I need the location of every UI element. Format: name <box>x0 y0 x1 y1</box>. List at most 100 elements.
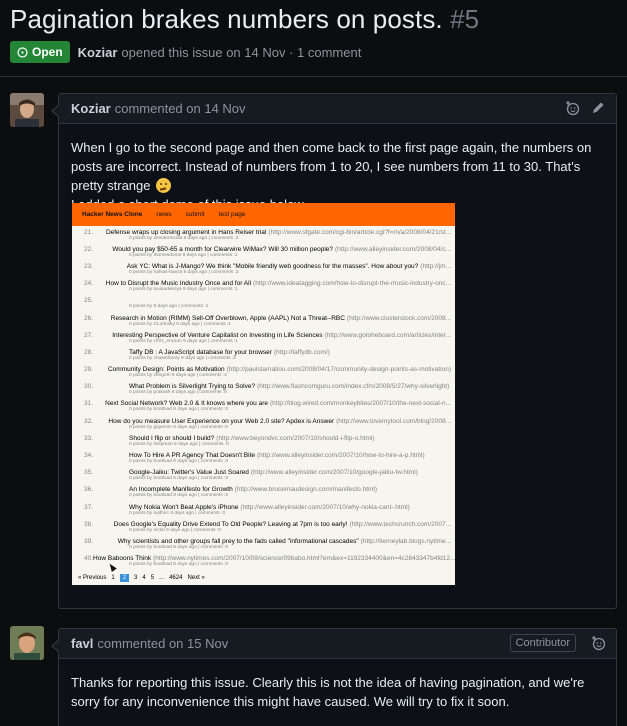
hn-post-subtext: 0 points by bootload 8 days ago | commen… <box>129 476 229 482</box>
hn-post-site: (http://www.alleyinsider.com/2007/10/goo… <box>250 469 418 477</box>
hn-post-subtext: 0 points by CLurlnsky 9 days ago | comme… <box>129 321 232 327</box>
hn-post-subtext: 0 points by bootload 8 days ago | commen… <box>129 493 229 499</box>
avatar[interactable] <box>10 626 44 660</box>
hn-post-line: 23. Ask YC: What is J-Mango? We think "Mo… <box>76 263 451 270</box>
contributor-badge: Contributor <box>509 634 576 652</box>
comment-paragraph: When I go to the second page and then co… <box>71 138 604 195</box>
hn-post-rank: 31. <box>84 400 94 408</box>
issue-meta: Open Koziar opened this issue on 14 Nov … <box>10 41 361 63</box>
issue-opened-icon <box>17 46 28 58</box>
hn-post-subtext: 0 points by thomesdome 9 days ago | comm… <box>129 252 238 258</box>
hn-post-subtext: 0 points by sudhirc 8 days ago | comment… <box>129 510 226 516</box>
hn-post-line: 27. Interesting Perspective of Venture Ca… <box>76 332 451 339</box>
comment-header: Koziar commented on 14 Nov <box>59 94 616 124</box>
hn-post-row: 31. Next Social Network? Web 2.0 & It kno… <box>76 398 451 415</box>
hn-post-rank: 36. <box>84 486 94 494</box>
issue-title: Pagination brakes numbers on posts. <box>10 4 443 34</box>
hn-post-subtext: 0 points by chris_ericson 9 days ago | c… <box>129 338 238 344</box>
comment-header: favl commented on 15 Nov Contributor <box>59 629 616 659</box>
hn-post-rank: 30. <box>84 383 94 391</box>
hn-post-line: 21. Defense wraps up closing argument in … <box>76 229 451 236</box>
hn-post-row: 37. Why Nokia Won't Beat Apple's iPhone (h… <box>76 501 451 518</box>
comment-body: When I go to the second page and then co… <box>59 124 616 214</box>
hn-post-subtext: 0 points by livepman 8 days ago | commen… <box>129 441 229 447</box>
hn-post-site: (http://www.alleyinsider.com/2008/04/c..… <box>335 245 451 253</box>
hn-post-title: Would you pay $50-65 a month for Clearwi… <box>112 245 334 253</box>
hn-post-line: 39. Why scientists and other groups fall … <box>76 538 451 545</box>
hn-pager-page: 1 <box>111 575 115 581</box>
hn-post-list: 21. Defense wraps up closing argument in … <box>72 226 455 570</box>
hn-post-line: 22. Would you pay $50-65 a month for Clea… <box>76 246 451 253</box>
hn-post-site: (http://taffydb.com/) <box>273 348 330 356</box>
hn-clone-navbar: Hacker News Clone news submit test page <box>72 203 455 226</box>
hn-post-row: 22. Would you pay $50-65 a month for Clea… <box>76 243 451 260</box>
hn-post-title: Ask YC: What is J-Mango? We think "Mobil… <box>126 262 419 270</box>
hn-post-site: (http://jm... <box>420 262 451 270</box>
avatar[interactable] <box>10 93 44 127</box>
hn-post-subtext: 0 points by prakash 8 days ago | comment… <box>129 390 227 396</box>
add-reaction-icon[interactable] <box>590 635 606 651</box>
comment-text: Thanks for reporting this issue. Clearly… <box>71 675 585 709</box>
hn-post-title: Why Nokia Won't Beat Apple's iPhone <box>129 503 239 511</box>
hn-post-row: 25. 0 points by 9 days ago | comments :1 <box>76 295 451 312</box>
comment-card: favl commented on 15 Nov Contributor Tha… <box>51 628 617 726</box>
comment-timestamp[interactable]: commented on 14 Nov <box>115 101 246 116</box>
avatar-image <box>10 93 44 127</box>
hn-post-site: (http://www.alleyinsider.com/2007/10/why… <box>240 503 410 511</box>
hn-post-site: (http://www.sfgate.com/cgi-bin/article.c… <box>268 228 451 236</box>
hn-post-row: 32. How do you measure User Experience on… <box>76 415 451 432</box>
hn-pager-last: 4624 <box>169 575 183 581</box>
status-badge: Open <box>10 41 70 63</box>
hn-post-rank: 24. <box>84 280 94 288</box>
hn-post-row: 27. Interesting Perspective of Venture Ca… <box>76 329 451 346</box>
hn-post-line: 38. Does Google's Equality Drive Extend T… <box>76 521 451 528</box>
hn-post-rank: 32. <box>84 417 94 425</box>
hn-post-site: (http://www.flashcomguru.com/index.cfm/2… <box>257 383 450 391</box>
hn-post-site: (http://www.ideatagging.com/how-to-disru… <box>253 280 451 288</box>
hn-post-row: 38. Does Google's Equality Drive Extend T… <box>76 518 451 535</box>
hn-post-title: Why scientists and other groups fall pre… <box>117 537 359 545</box>
avatar-image <box>10 626 44 660</box>
hn-post-row: 39. Why scientists and other groups fall … <box>76 535 451 552</box>
hn-post-row: 40. How Baboons Think (http://www.nytimes.… <box>76 553 455 570</box>
hn-post-row: 35. Google-Jaiku: Twitter's Value Just So… <box>76 467 451 484</box>
hn-post-row: 36. An Incomplete Manifesto for Growth (ht… <box>76 484 451 501</box>
hn-post-rank: 27. <box>84 331 94 339</box>
hn-post-subtext: 0 points by louisadekoya 9 days ago | co… <box>129 287 238 293</box>
hn-nav-news: news <box>156 211 172 218</box>
hn-post-rank: 35. <box>84 469 94 477</box>
thinking-face-emoji-icon <box>156 178 172 193</box>
comment-author-link[interactable]: Koziar <box>71 101 111 116</box>
hn-pager-ellipsis: ... <box>159 575 165 581</box>
hn-post-title: Should I flip or should I build? <box>129 434 215 442</box>
hn-post-site: (http://tierneylab.blogs.nytime... <box>360 537 451 545</box>
hn-post-row: 24. How to Disrupt the Music Industry Onc… <box>76 278 451 295</box>
edit-pencil-icon[interactable] <box>590 100 606 116</box>
comment-timestamp[interactable]: commented on 15 Nov <box>97 636 228 651</box>
hn-post-subtext: 0 points by gigamon 8 days ago | comment… <box>129 424 229 430</box>
hn-post-site: (http://www.lovemytool.com/blog/2008... <box>336 417 451 425</box>
hn-pager-page: 5 <box>150 575 155 581</box>
hn-post-rank: 26. <box>84 314 94 322</box>
add-reaction-icon[interactable] <box>564 100 580 116</box>
hn-post-rank: 25. <box>84 297 94 305</box>
hn-post-rank: 34. <box>84 452 94 460</box>
hn-post-rank: 29. <box>84 366 94 374</box>
divider <box>0 76 627 77</box>
hn-post-title: Defense wraps up closing argument in Han… <box>105 228 267 236</box>
hn-post-subtext: 0 points by xenotermcide 9 days ago | co… <box>129 235 239 241</box>
hn-post-row: 33. Should I flip or should I build? (http… <box>76 432 451 449</box>
comment-author-link[interactable]: favl <box>71 636 93 651</box>
hn-post-title: How To Hire A PR Agency That Doesn't Bit… <box>129 452 256 460</box>
demo-screenshot-image[interactable]: Hacker News Clone news submit test page … <box>72 203 455 585</box>
hn-post-row: 34. How To Hire A PR Agency That Doesn't … <box>76 449 451 466</box>
hn-post-rank: 23. <box>84 262 94 270</box>
issue-author-link[interactable]: Koziar <box>78 45 118 60</box>
hn-post-rank: 33. <box>84 434 94 442</box>
hn-post-rank: 22. <box>84 245 94 253</box>
hn-post-site: (http://www.techcrunch.com/2007... <box>349 520 451 528</box>
hn-post-title: Interesting Perspective of Venture Capit… <box>112 331 323 339</box>
hn-post-row: 23. Ask YC: What is J-Mango? We think "Mo… <box>76 260 451 277</box>
hn-post-site: (http://www.gotoheboard.com/articles/int… <box>324 331 451 339</box>
hn-pager-current-page: 2 <box>119 574 130 582</box>
